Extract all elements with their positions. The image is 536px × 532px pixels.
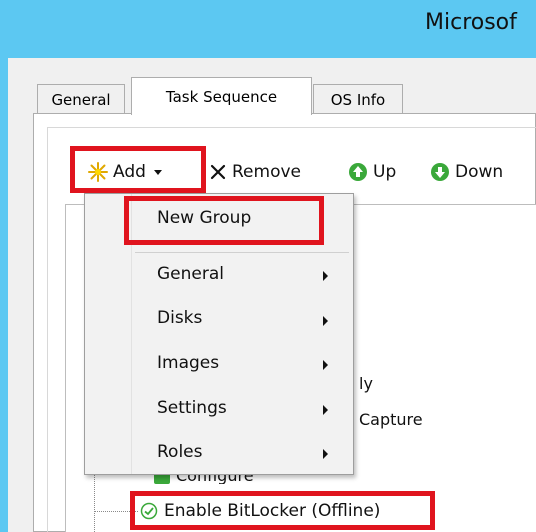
menu-item-settings[interactable]: Settings	[157, 398, 227, 418]
menu-item-roles[interactable]: Roles	[157, 442, 203, 462]
tab-general[interactable]: General	[37, 84, 125, 114]
window-border	[0, 58, 8, 532]
menu-item-label: New Group	[157, 208, 252, 228]
tab-os-info-label: OS Info	[330, 90, 386, 109]
menu-item-new-group[interactable]: New Group	[157, 208, 251, 228]
chevron-right-icon	[323, 360, 328, 370]
tab-general-label: General	[51, 90, 111, 109]
arrow-up-icon	[348, 162, 368, 182]
down-button[interactable]: Down	[430, 157, 503, 187]
tab-task-sequence[interactable]: Task Sequence	[131, 77, 312, 115]
tree-item-label[interactable]: Configure	[176, 474, 254, 484]
menu-item-label: Roles	[157, 442, 203, 462]
highlight-box	[70, 146, 206, 193]
chevron-right-icon	[323, 316, 328, 326]
chevron-right-icon	[323, 405, 328, 415]
tree-item-label[interactable]: Capture	[359, 410, 423, 429]
menu-item-general[interactable]: General	[157, 264, 224, 284]
arrow-down-icon	[430, 162, 450, 182]
up-button[interactable]: Up	[348, 157, 396, 187]
remove-button[interactable]: Remove	[209, 157, 301, 187]
tree-item-partial: Configure	[154, 474, 354, 484]
menu-item-label: Settings	[157, 398, 227, 418]
check-icon	[154, 474, 170, 484]
close-icon	[209, 163, 227, 181]
menu-separator	[135, 252, 349, 253]
menu-item-disks[interactable]: Disks	[157, 308, 202, 328]
menu-item-label: Images	[157, 353, 220, 373]
up-button-label: Up	[373, 162, 397, 182]
chevron-right-icon	[323, 271, 328, 281]
menu-item-images[interactable]: Images	[157, 353, 219, 373]
title-bar: Microsof	[0, 0, 536, 58]
menu-item-label: Disks	[157, 308, 203, 328]
window-title: Microsof	[425, 10, 517, 35]
tab-task-sequence-label: Task Sequence	[165, 87, 278, 106]
down-button-label: Down	[455, 162, 504, 182]
remove-button-label: Remove	[232, 162, 301, 182]
highlight-box	[130, 491, 435, 530]
tab-os-info[interactable]: OS Info	[313, 84, 403, 114]
menu-item-label: General	[157, 264, 224, 284]
tree-item-label[interactable]: ly	[359, 374, 373, 393]
chevron-right-icon	[323, 449, 328, 459]
